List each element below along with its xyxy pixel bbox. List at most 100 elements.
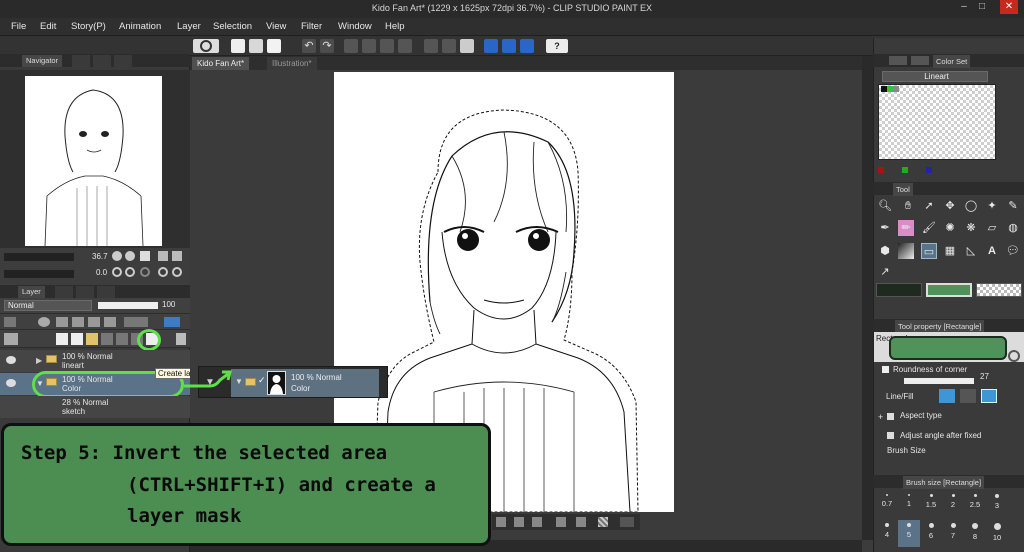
deselect-icon[interactable] xyxy=(424,39,438,53)
canvas-fit-icon[interactable] xyxy=(532,517,542,527)
clip-icon[interactable] xyxy=(38,317,50,327)
adjust-angle-checkbox[interactable] xyxy=(887,432,894,439)
new-folder-icon[interactable] xyxy=(86,333,98,345)
pen-tool-icon[interactable]: ✒ xyxy=(877,220,893,236)
blend-mode-select[interactable]: Normal xyxy=(4,300,92,311)
delete-layer-icon[interactable] xyxy=(176,333,186,345)
aspect-checkbox[interactable] xyxy=(887,413,894,420)
clip-studio-logo-icon[interactable] xyxy=(193,39,219,53)
main-color-swatch[interactable] xyxy=(876,283,922,297)
snap-ruler-icon[interactable] xyxy=(484,39,498,53)
rotate-left-icon[interactable] xyxy=(112,267,122,277)
correct-line-tool-icon[interactable]: ↗ xyxy=(877,264,893,280)
brush-size-10[interactable]: 10 xyxy=(986,520,1008,547)
balloon-tool-icon[interactable]: 💬︎ xyxy=(1005,243,1021,259)
canvas-flip-icon[interactable] xyxy=(576,517,586,527)
new-file-icon[interactable] xyxy=(231,39,245,53)
clear-icon[interactable] xyxy=(344,39,358,53)
airbrush-tool-icon[interactable]: ✺ xyxy=(942,220,958,236)
close-icon[interactable]: ✕ xyxy=(1000,0,1018,14)
fill-tool-icon[interactable]: ⬢ xyxy=(877,243,893,259)
move-tool-icon[interactable]: ✥ xyxy=(942,198,958,214)
menu-help[interactable]: Help xyxy=(385,21,405,32)
gradient-tool-icon[interactable] xyxy=(898,243,914,259)
layer-menu-icon[interactable] xyxy=(4,333,18,345)
reference-icon[interactable] xyxy=(56,317,68,327)
tab-material[interactable] xyxy=(93,55,111,67)
menu-selection[interactable]: Selection xyxy=(213,21,252,32)
tab-layer[interactable]: Layer xyxy=(18,286,45,298)
tab-layer-property[interactable] xyxy=(55,286,73,298)
open-file-icon[interactable] xyxy=(249,39,263,53)
clear-outside-icon[interactable] xyxy=(362,39,376,53)
flip-horizontal-icon[interactable] xyxy=(158,251,168,261)
zoom-slider[interactable] xyxy=(4,253,74,261)
visibility-eye-icon[interactable] xyxy=(6,356,16,364)
tool-settings-icon[interactable] xyxy=(1008,350,1020,362)
tab-illustration[interactable]: Illustration* xyxy=(267,57,317,70)
minimize-icon[interactable]: – xyxy=(956,0,972,14)
eraser-tool-icon[interactable]: ▱ xyxy=(984,220,1000,236)
tab-layer-search[interactable] xyxy=(76,286,94,298)
invert-selection-icon[interactable] xyxy=(442,39,456,53)
show-selection-icon[interactable] xyxy=(460,39,474,53)
fit-icon[interactable] xyxy=(140,251,150,261)
zoom-out-icon[interactable] xyxy=(112,251,122,261)
new-vector-layer-icon[interactable] xyxy=(71,333,83,345)
canvas-zoom-in-icon[interactable] xyxy=(514,517,524,527)
color-set-select[interactable]: Lineart xyxy=(882,71,988,82)
line-and-fill-icon[interactable] xyxy=(981,389,997,403)
rotate-cw-icon[interactable] xyxy=(172,267,182,277)
menu-layer[interactable]: Layer xyxy=(177,21,201,32)
pencil-tool-icon[interactable]: ✏ xyxy=(898,220,914,236)
rotate-ccw-icon[interactable] xyxy=(158,267,168,277)
frame-tool-icon[interactable]: ▦ xyxy=(942,243,958,259)
ruler-tool-icon[interactable]: ◺ xyxy=(963,243,979,259)
flip-vertical-icon[interactable] xyxy=(172,251,182,261)
brush-size-1-5[interactable]: 1.5 xyxy=(920,491,942,518)
swatch-gray[interactable] xyxy=(893,86,899,92)
brush-size-4[interactable]: 4 xyxy=(876,520,898,547)
brush-size-2[interactable]: 2 xyxy=(942,491,964,518)
brush-size-7[interactable]: 7 xyxy=(942,520,964,547)
menu-file[interactable]: File xyxy=(11,21,26,32)
mask-enable-icon[interactable] xyxy=(124,317,148,327)
layer-row-sketch[interactable]: 28 % Normal sketch xyxy=(0,396,190,418)
canvas-zoom-out-icon[interactable] xyxy=(496,517,506,527)
tab-brush-size[interactable]: Brush size [Rectangle] xyxy=(903,476,985,489)
hand-tool-icon[interactable]: ✋︎ xyxy=(900,198,916,214)
swatch-red[interactable] xyxy=(878,167,884,173)
menu-window[interactable]: Window xyxy=(338,21,372,32)
auto-select-tool-icon[interactable]: ✦ xyxy=(984,198,1000,214)
canvas-vertical-scrollbar[interactable] xyxy=(862,56,873,540)
reset-rotation-icon[interactable] xyxy=(140,267,150,277)
brush-size-3[interactable]: 3 xyxy=(986,491,1008,518)
line-icon[interactable] xyxy=(939,389,955,403)
transparent-color-swatch[interactable] xyxy=(976,283,1022,297)
tab-navigator[interactable]: Navigator xyxy=(22,55,63,67)
snap-grid-icon[interactable] xyxy=(520,39,534,53)
zoom-in-icon[interactable] xyxy=(125,251,135,261)
fill-icon[interactable] xyxy=(380,39,394,53)
opacity-slider[interactable] xyxy=(98,302,158,309)
rotation-slider[interactable] xyxy=(4,270,74,278)
transform-icon[interactable] xyxy=(398,39,412,53)
brush-size-8[interactable]: 8 xyxy=(964,520,986,547)
menu-story[interactable]: Story(P) xyxy=(71,21,106,32)
fill-only-icon[interactable] xyxy=(960,389,976,403)
expand-plus-icon[interactable]: + xyxy=(878,412,883,422)
snap-special-ruler-icon[interactable] xyxy=(502,39,516,53)
roundness-slider[interactable] xyxy=(904,378,974,384)
tab-info[interactable] xyxy=(114,55,132,67)
maximize-icon[interactable]: □ xyxy=(974,0,990,14)
transfer-down-icon[interactable] xyxy=(101,333,113,345)
canvas-menu-icon[interactable] xyxy=(620,517,634,527)
menu-view[interactable]: View xyxy=(266,21,286,32)
sub-color-swatch[interactable] xyxy=(926,283,972,297)
combine-icon[interactable] xyxy=(116,333,128,345)
tab-color-set[interactable]: Color Set xyxy=(933,55,971,68)
figure-tool-icon[interactable]: ▭ xyxy=(921,243,937,259)
menu-filter[interactable]: Filter xyxy=(301,21,322,32)
save-file-icon[interactable] xyxy=(267,39,281,53)
tab-timeline[interactable] xyxy=(97,286,115,298)
